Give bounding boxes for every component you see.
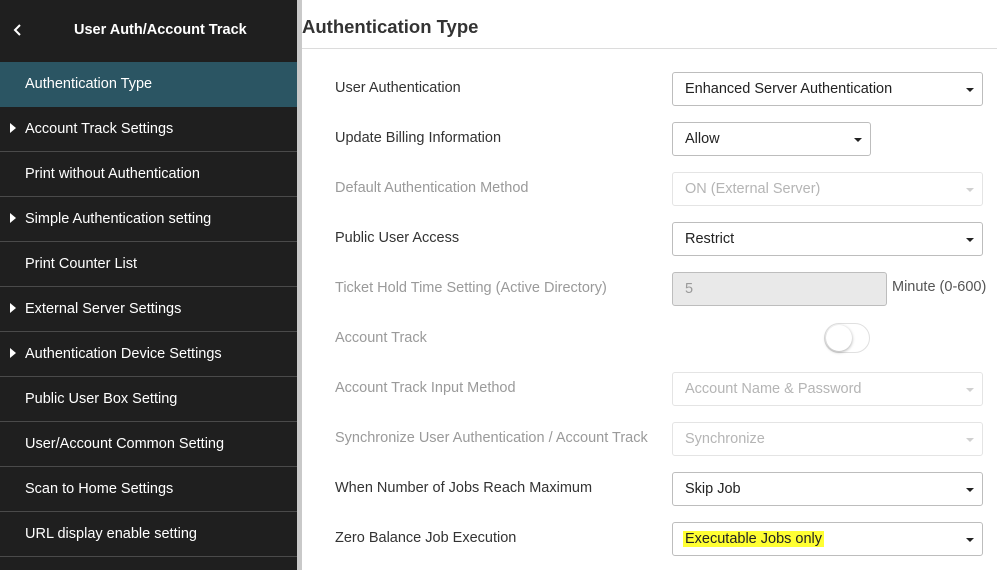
dropdown-caret-icon [966, 238, 974, 242]
main-panel: Authentication Type User Authentication … [302, 0, 997, 570]
select-value: Account Name & Password [685, 381, 862, 397]
sidebar-item-scan-to-home-settings[interactable]: Scan to Home Settings [0, 467, 297, 512]
select-value: ON (External Server) [685, 181, 821, 197]
sidebar-item-label: Simple Authentication setting [25, 211, 212, 227]
select-value: Synchronize [685, 431, 765, 447]
dropdown-caret-icon [966, 488, 974, 492]
back-chevron-icon[interactable] [11, 20, 25, 40]
sidebar-item-user-account-common-setting[interactable]: User/Account Common Setting [0, 422, 297, 467]
ticket-hold-time-label: Ticket Hold Time Setting (Active Directo… [335, 280, 607, 296]
sidebar-item-label: Print without Authentication [25, 166, 200, 182]
dropdown-caret-icon [966, 388, 974, 392]
dropdown-caret-icon [854, 138, 862, 142]
select-value: Allow [685, 131, 720, 147]
jobs-reach-maximum-select[interactable]: Skip Job [672, 472, 983, 506]
public-user-access-select[interactable]: Restrict [672, 222, 983, 256]
title-divider [302, 48, 997, 49]
dropdown-caret-icon [966, 438, 974, 442]
synchronize-auth-select: Synchronize [672, 422, 983, 456]
sidebar-item-account-track-settings[interactable]: Account Track Settings [0, 107, 297, 152]
page-title: Authentication Type [302, 16, 479, 37]
select-value: Executable Jobs only [683, 531, 825, 547]
ticket-hold-time-input: 5 [672, 272, 887, 306]
zero-balance-job-execution-label: Zero Balance Job Execution [335, 530, 517, 546]
update-billing-information-select[interactable]: Allow [672, 122, 871, 156]
expand-arrow-icon [10, 348, 16, 358]
dropdown-caret-icon [966, 88, 974, 92]
select-value: Restrict [685, 231, 735, 247]
zero-balance-job-execution-select[interactable]: Executable Jobs only [672, 522, 983, 556]
input-value: 5 [685, 281, 694, 297]
sidebar-item-print-counter-list[interactable]: Print Counter List [0, 242, 297, 287]
user-authentication-select[interactable]: Enhanced Server Authentication [672, 72, 983, 106]
app-root: User Auth/Account Track Authentication T… [0, 0, 997, 570]
account-track-label: Account Track [335, 330, 427, 346]
toggle-knob [826, 325, 852, 351]
sidebar-item-label: User/Account Common Setting [25, 436, 225, 452]
sidebar: User Auth/Account Track Authentication T… [0, 0, 297, 570]
sidebar-item-label: URL display enable setting [25, 526, 197, 542]
sidebar-item-authentication-type[interactable]: Authentication Type [0, 62, 297, 107]
expand-arrow-icon [10, 303, 16, 313]
sidebar-item-external-server-settings[interactable]: External Server Settings [0, 287, 297, 332]
user-authentication-label: User Authentication [335, 80, 461, 96]
dropdown-caret-icon [966, 188, 974, 192]
sidebar-item-simple-authentication-setting[interactable]: Simple Authentication setting [0, 197, 297, 242]
sidebar-item-public-user-box-setting[interactable]: Public User Box Setting [0, 377, 297, 422]
sidebar-item-label: External Server Settings [25, 301, 182, 317]
account-track-toggle[interactable] [824, 323, 870, 353]
sidebar-title: User Auth/Account Track [74, 22, 247, 38]
expand-arrow-icon [10, 123, 16, 133]
sidebar-item-label: Print Counter List [25, 256, 138, 272]
highlighted-value: Executable Jobs only [683, 531, 825, 547]
dropdown-caret-icon [966, 538, 974, 542]
default-authentication-method-label: Default Authentication Method [335, 180, 529, 196]
synchronize-auth-label: Synchronize User Authentication / Accoun… [335, 430, 648, 446]
sidebar-item-label: Account Track Settings [25, 121, 174, 137]
sidebar-item-label: Public User Box Setting [25, 391, 178, 407]
jobs-reach-maximum-label: When Number of Jobs Reach Maximum [335, 480, 593, 496]
expand-arrow-icon [10, 213, 16, 223]
account-track-input-method-label: Account Track Input Method [335, 380, 516, 396]
public-user-access-label: Public User Access [335, 230, 460, 246]
account-track-input-method-select: Account Name & Password [672, 372, 983, 406]
sidebar-item-label: Authentication Device Settings [25, 346, 222, 362]
select-value: Enhanced Server Authentication [685, 81, 893, 97]
default-authentication-method-select: ON (External Server) [672, 172, 983, 206]
ticket-hold-time-unit: Minute (0-600) [892, 279, 987, 295]
sidebar-header: User Auth/Account Track [0, 0, 297, 62]
sidebar-item-print-without-authentication[interactable]: Print without Authentication [0, 152, 297, 197]
sidebar-item-url-display-enable-setting[interactable]: URL display enable setting [0, 512, 297, 557]
select-value: Skip Job [685, 481, 741, 497]
sidebar-item-label: Scan to Home Settings [25, 481, 174, 497]
update-billing-information-label: Update Billing Information [335, 130, 502, 146]
sidebar-item-authentication-device-settings[interactable]: Authentication Device Settings [0, 332, 297, 377]
sidebar-item-label: Authentication Type [25, 76, 153, 92]
